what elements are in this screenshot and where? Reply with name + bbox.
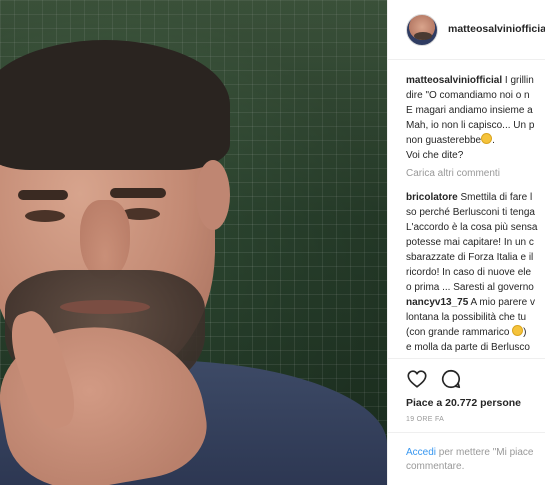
post-caption: matteosalviniofficial I grillin dire "O …: [406, 75, 535, 161]
comment-line: o prima ... Saresti al governo: [406, 282, 534, 293]
likes-count[interactable]: Piace a 20.772 persone: [406, 397, 521, 409]
comment-username[interactable]: bricolatore: [406, 192, 458, 203]
photo-mouth: [60, 300, 150, 314]
comment-line: lontana la possibilità che tu: [406, 312, 527, 323]
heart-icon[interactable]: [406, 368, 428, 390]
login-text: commentare.: [406, 461, 465, 472]
login-text: per mettere "Mi piace: [436, 447, 534, 458]
post-panel: matteosalviniofficial matteosalvinioffic…: [387, 0, 545, 485]
comment-line: (con grande rammarico: [406, 327, 513, 338]
comment-line: e molla da parte di Berlusco: [406, 342, 530, 353]
photo-eye-left: [25, 210, 65, 222]
caption-line: E magari andiamo insieme a: [406, 105, 533, 116]
caption-line: Mah, io non li capisco... Un p: [406, 120, 535, 131]
caption-line: non guasterebbe: [406, 135, 482, 146]
comment-line: ricordo! In caso di nuove ele: [406, 267, 532, 278]
header-username[interactable]: matteosalviniofficial: [448, 23, 545, 35]
load-more-comments-link[interactable]: Carica altri commenti: [406, 168, 500, 179]
login-prompt: Accedi per mettere "Mi piace commentare.: [406, 446, 545, 474]
comment-line: so perché Berlusconi ti tenga: [406, 207, 535, 218]
comment: bricolatore Smettila di fare l so perché…: [406, 190, 545, 295]
comment-line: potesse mai capitare! In un c: [406, 237, 534, 248]
post-photo: [0, 0, 387, 485]
caption-line: Voi che dite?: [406, 150, 464, 161]
comment-line: A mio parere v: [468, 297, 535, 308]
photo-ear: [196, 160, 230, 230]
caption-line: I grillin: [502, 75, 534, 86]
comment-line: L'accordo è la cosa più sensa: [406, 222, 538, 233]
comment-line: sbarazzate di Forza Italia e il: [406, 252, 534, 263]
login-link[interactable]: Accedi: [406, 447, 436, 458]
post-timestamp: 19 ORE FA: [406, 416, 445, 423]
comment: nancyv13_75 A mio parere v lontana la po…: [406, 297, 535, 353]
photo-nose: [80, 200, 130, 280]
avatar[interactable]: [406, 14, 438, 46]
grimace-emoji-icon: [481, 133, 493, 144]
comment-username[interactable]: nancyv13_75: [406, 297, 468, 308]
photo-brow-left: [18, 190, 68, 200]
caption-line: dire "O comandiamo noi o n: [406, 90, 530, 101]
photo-hair: [0, 40, 230, 170]
caption-username[interactable]: matteosalviniofficial: [406, 75, 502, 86]
post-header: matteosalviniofficial: [388, 0, 545, 60]
sad-emoji-icon: [512, 325, 524, 336]
photo-brow-right: [110, 188, 166, 198]
comment-line: Smettila di fare l: [457, 192, 533, 203]
comment-icon[interactable]: [440, 368, 462, 390]
actions-divider: [388, 358, 545, 359]
